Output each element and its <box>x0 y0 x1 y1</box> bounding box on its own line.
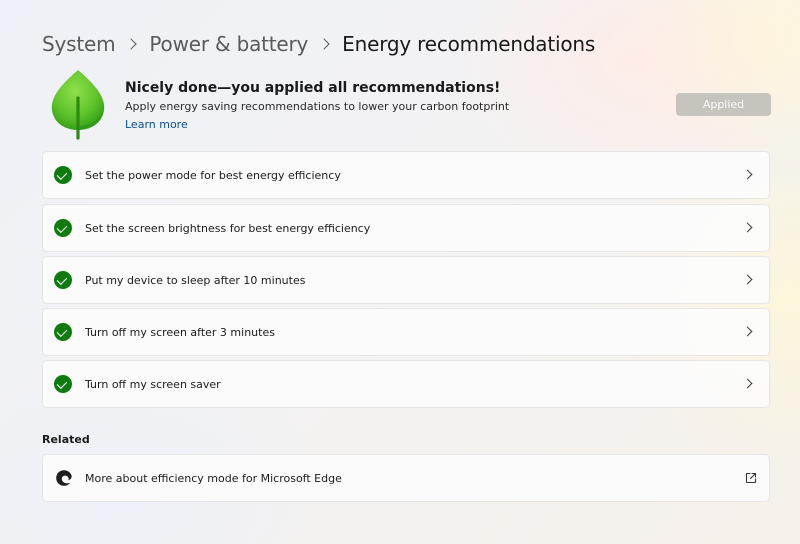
recommendation-item-power-mode[interactable]: Set the power mode for best energy effic… <box>42 151 770 199</box>
chevron-right-icon <box>742 222 753 233</box>
chevron-right-icon <box>742 169 753 180</box>
recommendation-label: Set the power mode for best energy effic… <box>85 168 341 182</box>
checkmark-icon <box>54 219 72 237</box>
banner-title: Nicely done—you applied all recommendati… <box>125 80 501 96</box>
recommendation-label: Set the screen brightness for best energ… <box>85 221 371 235</box>
related-item-label: More about efficiency mode for Microsoft… <box>85 471 342 485</box>
chevron-right-icon <box>318 38 330 50</box>
chevron-right-icon <box>742 378 753 389</box>
breadcrumb-power-battery[interactable]: Power & battery <box>149 32 308 56</box>
leaf-icon <box>51 70 105 140</box>
chevron-right-icon <box>742 326 753 337</box>
checkmark-icon <box>54 323 72 341</box>
recommendation-label: Turn off my screen saver <box>85 377 221 391</box>
recommendation-item-screen-saver[interactable]: Turn off my screen saver <box>42 360 770 408</box>
open-external-icon <box>745 472 757 484</box>
recommendation-label: Turn off my screen after 3 minutes <box>85 325 275 339</box>
recommendation-item-sleep[interactable]: Put my device to sleep after 10 minutes <box>42 256 770 304</box>
checkmark-icon <box>54 166 72 184</box>
page-title: Energy recommendations <box>342 32 596 56</box>
chevron-right-icon <box>742 274 753 285</box>
applied-button[interactable]: Applied <box>676 93 771 116</box>
learn-more-link[interactable]: Learn more <box>125 118 188 131</box>
breadcrumb-system[interactable]: System <box>42 32 116 56</box>
banner-text: Nicely done—you applied all recommendati… <box>125 80 509 132</box>
edge-icon <box>56 470 72 486</box>
recommendation-item-screen-brightness[interactable]: Set the screen brightness for best energ… <box>42 204 770 252</box>
related-item-edge-efficiency[interactable]: More about efficiency mode for Microsoft… <box>42 454 770 502</box>
recommendation-label: Put my device to sleep after 10 minutes <box>85 273 306 287</box>
recommendation-item-screen-off[interactable]: Turn off my screen after 3 minutes <box>42 308 770 356</box>
related-heading: Related <box>42 433 90 446</box>
breadcrumb: System Power & battery Energy recommenda… <box>42 28 595 60</box>
banner-subtitle: Apply energy saving recommendations to l… <box>125 100 510 113</box>
checkmark-icon <box>54 271 72 289</box>
checkmark-icon <box>54 375 72 393</box>
recommendations-banner: Nicely done—you applied all recommendati… <box>48 68 772 142</box>
chevron-right-icon <box>125 38 138 50</box>
